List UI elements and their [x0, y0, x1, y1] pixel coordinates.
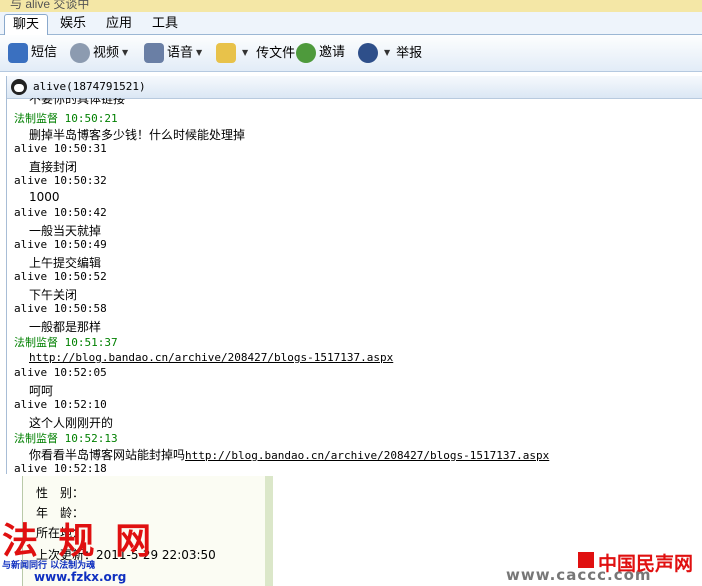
tab-tools[interactable]: 工具	[144, 14, 186, 34]
message-sender: alive 10:50:31	[14, 142, 107, 155]
sms-icon	[8, 42, 28, 63]
chat-header: alive(1874791521)	[7, 76, 702, 99]
sms-button[interactable]: 短信	[8, 42, 57, 64]
chevron-down-icon[interactable]: ▼	[196, 48, 202, 57]
message-text: 一般都是那样	[29, 320, 102, 334]
message-sender: alive 10:50:42	[14, 206, 107, 219]
message-body: 你看看半岛博客网站能封掉吗http://blog.bandao.cn/archi…	[29, 446, 549, 463]
window-title: 与 alive 交谈中	[10, 0, 90, 11]
qq-penguin-icon	[11, 79, 27, 95]
message-link[interactable]: http://blog.bandao.cn/archive/208427/blo…	[185, 449, 549, 462]
message-sender: 法制监督 10:51:37	[14, 336, 118, 349]
watermark-logo-left: 法 规 网	[2, 520, 156, 562]
message-sender: 法制监督 10:50:21	[14, 112, 118, 125]
message-text: 上午提交编辑	[29, 256, 102, 270]
tab-chat[interactable]: 聊天	[4, 14, 48, 35]
folder-icon	[216, 43, 236, 63]
message-text: 下午关闭	[29, 288, 78, 302]
chevron-down-icon[interactable]: ▼	[384, 48, 390, 57]
add-user-icon	[296, 42, 316, 63]
message-sender: alive 10:50:32	[14, 174, 107, 187]
message-sender: alive 10:50:58	[14, 302, 107, 315]
message-sender: alive 10:52:05	[14, 366, 107, 379]
report-button[interactable]: ▼ 举报	[358, 42, 422, 64]
tab-bar: 聊天 娱乐 应用 工具	[0, 12, 702, 35]
webcam-icon	[70, 43, 90, 63]
message-text: 这个人刚刚开的	[29, 416, 114, 430]
message-sender: alive 10:50:49	[14, 238, 107, 251]
message-text: 1000	[29, 190, 60, 204]
message-text: 你看看半岛博客网站能封掉吗	[29, 448, 186, 462]
invite-button[interactable]: 邀请	[296, 42, 345, 64]
video-button[interactable]: 视频 ▼	[70, 42, 128, 64]
tab-entertainment[interactable]: 娱乐	[52, 14, 94, 34]
message-history[interactable]: 不要你的具体链接 法制监督 10:50:21 删掉半岛博客多少钱！什么时候能处理…	[7, 98, 702, 474]
message-sender: alive 10:50:52	[14, 270, 107, 283]
profile-side-panel	[265, 476, 273, 586]
gender-label: 性 别：	[36, 486, 85, 500]
message-sender: alive 10:52:10	[14, 398, 107, 411]
send-file-button[interactable]: ▼ 传文件	[216, 42, 295, 64]
microphone-icon	[144, 43, 164, 63]
police-icon	[358, 43, 378, 63]
message-text: 直接封闭	[29, 160, 78, 174]
tab-apps[interactable]: 应用	[98, 14, 140, 34]
message-text: 一般当天就掉	[29, 224, 102, 238]
message-text: 呵呵	[29, 384, 54, 398]
voice-button[interactable]: 语音 ▼	[144, 42, 202, 64]
message-sender: alive 10:52:18	[14, 462, 107, 474]
contact-name: alive(1874791521)	[33, 80, 146, 93]
watermark-url-right: www.caccc.com	[506, 566, 652, 584]
window-title-bar: 与 alive 交谈中	[0, 0, 702, 12]
watermark-url-left: www.fzkx.org	[34, 570, 127, 584]
toolbar: 短信 视频 ▼ 语音 ▼ ▼ 传文件 邀请 ▼ 举报	[0, 35, 702, 72]
message-text: 不要你的具体链接	[29, 98, 126, 106]
message-sender: 法制监督 10:52:13	[14, 432, 118, 445]
chevron-down-icon[interactable]: ▼	[122, 48, 128, 57]
message-text: 删掉半岛博客多少钱！什么时候能处理掉	[29, 128, 246, 142]
chat-window: alive(1874791521) 不要你的具体链接 法制监督 10:50:21…	[6, 76, 702, 474]
chevron-down-icon[interactable]: ▼	[242, 48, 248, 57]
message-link[interactable]: http://blog.bandao.cn/archive/208427/blo…	[29, 351, 393, 364]
